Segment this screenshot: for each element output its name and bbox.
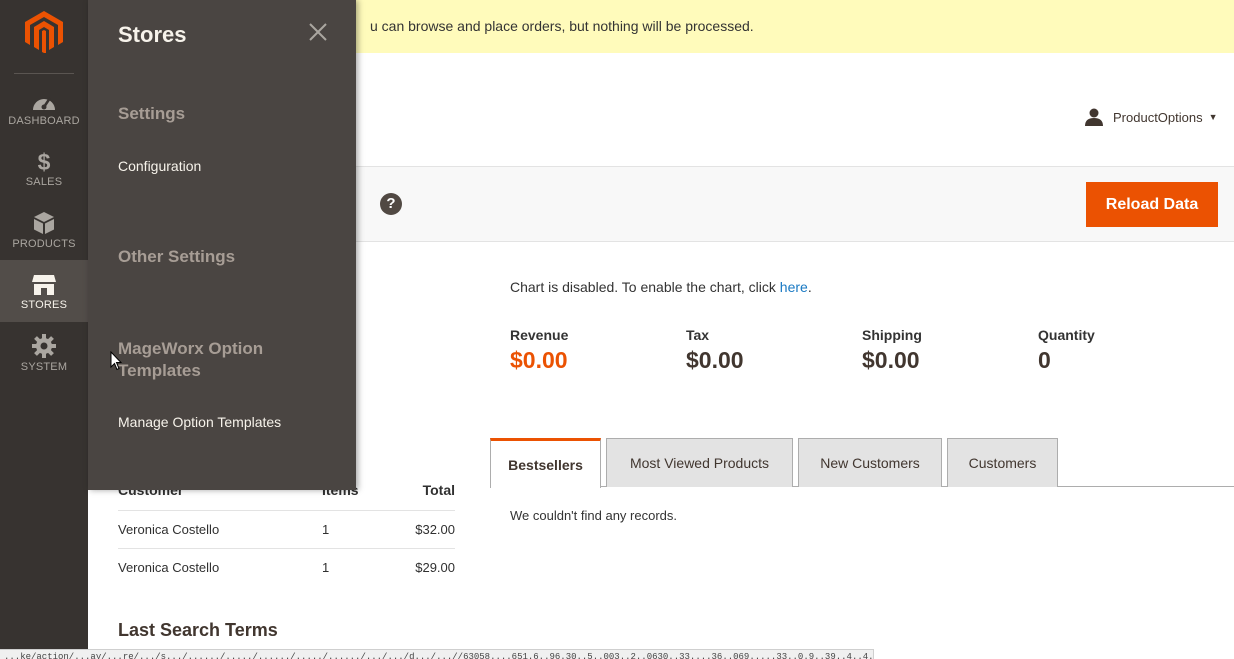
flyout-link-manage-option-templates[interactable]: Manage Option Templates — [118, 414, 281, 430]
flyout-group-settings: Settings — [118, 104, 186, 123]
nav-item-system[interactable]: SYSTEM — [0, 332, 88, 394]
tab-new-customers[interactable]: New Customers — [798, 438, 942, 487]
nav-item-dashboard[interactable]: DASHBOARD — [0, 84, 88, 146]
flyout-title: Stores — [118, 22, 187, 47]
table-cell-total: $32.00 — [415, 522, 455, 537]
nav-label: SYSTEM — [20, 361, 68, 373]
nav-label: STORES — [20, 299, 68, 311]
stat-value: 0 — [1038, 347, 1051, 373]
table-row-divider — [118, 548, 455, 549]
nav-item-sales[interactable]: $ SALES — [0, 146, 88, 208]
magento-logo-icon[interactable] — [25, 11, 63, 53]
stat-value: $0.00 — [862, 347, 920, 373]
mouse-cursor-icon — [110, 351, 122, 371]
stat-tax: Tax $0.00 — [686, 327, 744, 374]
stat-value: $0.00 — [510, 347, 568, 373]
user-name: ProductOptions — [1113, 109, 1203, 125]
stat-value: $0.00 — [686, 347, 744, 373]
svg-text:$: $ — [38, 149, 51, 173]
stores-flyout-menu: Stores Settings Configuration Other Sett… — [88, 0, 356, 490]
table-row-divider — [118, 510, 455, 511]
flyout-group-other-settings: Other Settings — [118, 247, 236, 266]
dollar-icon: $ — [38, 149, 51, 173]
close-icon[interactable] — [306, 20, 330, 44]
notice-text: u can browse and place orders, but nothi… — [370, 18, 754, 34]
table-header-total: Total — [422, 482, 455, 498]
store-icon — [32, 275, 56, 295]
gear-icon — [32, 334, 56, 358]
nav-label: SALES — [25, 176, 63, 188]
stat-label: Quantity — [1038, 327, 1095, 343]
box-icon — [34, 212, 54, 234]
nav-divider — [14, 73, 74, 74]
chart-message-end: . — [807, 279, 812, 295]
flyout-group-mageworx-option-templates: MageWorx Option Templates — [118, 339, 264, 380]
tab-most-viewed-products[interactable]: Most Viewed Products — [606, 438, 793, 487]
stat-label: Tax — [686, 327, 710, 343]
table-cell-customer[interactable]: Veronica Costello — [118, 560, 219, 575]
chevron-down-icon: ▼ — [1208, 112, 1218, 122]
nav-label: DASHBOARD — [8, 115, 80, 127]
stat-quantity: Quantity 0 — [1038, 327, 1095, 374]
chart-disabled-message: Chart is disabled. To enable the chart, … — [510, 279, 812, 295]
user-icon — [1085, 108, 1103, 126]
flyout-link-configuration[interactable]: Configuration — [118, 158, 201, 174]
last-search-terms-title: Last Search Terms — [118, 620, 278, 640]
empty-records-message: We couldn't find any records. — [510, 508, 677, 523]
stat-shipping: Shipping $0.00 — [862, 327, 922, 374]
stat-label: Shipping — [862, 327, 922, 343]
tab-customers[interactable]: Customers — [947, 438, 1058, 487]
tab-bestsellers[interactable]: Bestsellers — [490, 438, 601, 488]
stat-label: Revenue — [510, 327, 569, 343]
nav-label: PRODUCTS — [12, 238, 76, 250]
nav-item-stores[interactable]: STORES — [0, 260, 88, 322]
dashboard-icon — [33, 97, 55, 110]
reload-data-button[interactable]: Reload Data — [1086, 182, 1218, 227]
table-cell-customer[interactable]: Veronica Costello — [118, 522, 219, 537]
user-account-menu[interactable]: ProductOptions ▼ — [1084, 106, 1218, 128]
chart-message-text: Chart is disabled. To enable the chart, … — [510, 279, 780, 295]
enable-chart-link[interactable]: here — [780, 279, 808, 295]
admin-nav: DASHBOARD $ SALES PRODUCTS STORES SYSTEM — [0, 0, 88, 659]
browser-status-url: ...ke/action/...ay/...re/.../s.../......… — [0, 649, 874, 659]
table-cell-total: $29.00 — [415, 560, 455, 575]
table-cell-items: 1 — [322, 560, 330, 575]
help-icon[interactable]: ? — [380, 193, 402, 215]
table-cell-items: 1 — [322, 522, 330, 537]
stat-revenue: Revenue $0.00 — [510, 327, 568, 374]
